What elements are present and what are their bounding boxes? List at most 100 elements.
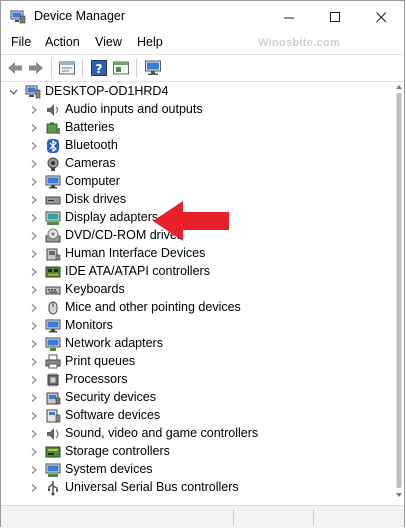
- chevron-right-icon[interactable]: [29, 447, 37, 457]
- chevron-right-icon[interactable]: [29, 357, 37, 367]
- monitor-icon: [45, 175, 61, 189]
- chevron-right-icon[interactable]: [29, 429, 37, 439]
- tree-node-label: Mice and other pointing devices: [65, 300, 241, 314]
- menu-file[interactable]: File: [11, 35, 31, 49]
- computer-icon: [25, 85, 41, 99]
- tree-node-label: Monitors: [65, 318, 113, 332]
- maximize-button[interactable]: [312, 1, 358, 33]
- menu-view[interactable]: View: [95, 35, 122, 49]
- tree-node-label: Storage controllers: [65, 444, 170, 458]
- tree-node[interactable]: Universal Serial Bus controllers: [1, 479, 391, 497]
- forward-icon[interactable]: [27, 59, 45, 77]
- disk-drive-icon: [45, 196, 61, 205]
- chevron-right-icon[interactable]: [29, 321, 37, 331]
- tree-node[interactable]: Sound, video and game controllers: [1, 425, 391, 443]
- svg-text:?: ?: [96, 62, 103, 76]
- battery-icon: [46, 122, 60, 134]
- tree-node[interactable]: Mice and other pointing devices: [1, 299, 391, 317]
- speaker-icon: [47, 104, 58, 116]
- chevron-right-icon[interactable]: [29, 249, 37, 259]
- scroll-down-icon[interactable]: [396, 493, 402, 497]
- show-hidden-icon[interactable]: [112, 59, 130, 77]
- menu-help[interactable]: Help: [137, 35, 163, 49]
- title-bar[interactable]: Device Manager: [1, 1, 404, 33]
- display-adapter-icon: [45, 211, 61, 225]
- scroll-up-icon[interactable]: [396, 85, 402, 89]
- close-button[interactable]: [358, 1, 404, 33]
- tree-node-label: Network adapters: [65, 336, 163, 350]
- tree-node[interactable]: Computer: [1, 173, 391, 191]
- tree-node[interactable]: Audio inputs and outputs: [1, 101, 391, 119]
- tree-node[interactable]: Storage controllers: [1, 443, 391, 461]
- red-arrow-annotation: [153, 201, 229, 241]
- device-tree: DESKTOP-OD1HRD4 Audio inputs and outputs B…: [1, 83, 393, 503]
- chevron-right-icon[interactable]: [29, 303, 37, 313]
- toolbar-separator: [136, 59, 137, 77]
- tree-node-label: Bluetooth: [65, 138, 118, 152]
- tree-node[interactable]: System devices: [1, 461, 391, 479]
- device-manager-icon: [10, 10, 26, 24]
- status-divider: [233, 509, 234, 525]
- chevron-right-icon[interactable]: [29, 177, 37, 187]
- tree-node[interactable]: Human Interface Devices: [1, 245, 391, 263]
- monitor-icon: [45, 319, 61, 333]
- tree-node-label: System devices: [65, 462, 153, 476]
- scrollbar-thumb[interactable]: [396, 93, 402, 488]
- chevron-right-icon[interactable]: [29, 483, 37, 493]
- chevron-down-icon[interactable]: [9, 87, 18, 97]
- minimize-button[interactable]: [266, 1, 312, 33]
- help-icon[interactable]: ?: [90, 59, 108, 77]
- tree-node[interactable]: Batteries: [1, 119, 391, 137]
- system-icon: [45, 463, 61, 477]
- chevron-right-icon[interactable]: [29, 105, 37, 115]
- chevron-right-icon[interactable]: [29, 231, 37, 241]
- monitor-icon[interactable]: [144, 59, 162, 77]
- menu-action[interactable]: Action: [45, 35, 80, 49]
- status-bar: [1, 505, 404, 528]
- tree-node[interactable]: Cameras: [1, 155, 391, 173]
- tree-node[interactable]: Bluetooth: [1, 137, 391, 155]
- tree-node[interactable]: Network adapters: [1, 335, 391, 353]
- usb-icon: [48, 481, 59, 496]
- chevron-right-icon[interactable]: [29, 411, 37, 421]
- chevron-right-icon[interactable]: [29, 213, 37, 223]
- chevron-right-icon[interactable]: [29, 123, 37, 133]
- bluetooth-icon: [47, 139, 59, 153]
- vertical-scrollbar[interactable]: [393, 81, 405, 503]
- tree-node-label: Software devices: [65, 408, 161, 422]
- tree-node[interactable]: Keyboards: [1, 281, 391, 299]
- tree-node[interactable]: Monitors: [1, 317, 391, 335]
- tree-root[interactable]: DESKTOP-OD1HRD4: [1, 83, 391, 101]
- toolbar: ?: [1, 54, 404, 82]
- tree-node-label: Disk drives: [65, 192, 127, 206]
- hid-icon: [46, 248, 61, 261]
- toolbar-separator: [51, 59, 52, 77]
- tree-node[interactable]: Processors: [1, 371, 391, 389]
- keyboard-icon: [45, 286, 61, 295]
- chevron-right-icon[interactable]: [29, 393, 37, 403]
- chevron-right-icon[interactable]: [29, 465, 37, 475]
- chevron-right-icon[interactable]: [29, 267, 37, 277]
- camera-icon: [47, 157, 59, 171]
- tree-node[interactable]: Software devices: [1, 407, 391, 425]
- tree-node[interactable]: Security devices: [1, 389, 391, 407]
- tree-node-label: Processors: [65, 372, 128, 386]
- properties-icon[interactable]: [58, 59, 76, 77]
- chevron-right-icon[interactable]: [29, 339, 37, 349]
- chevron-right-icon[interactable]: [29, 195, 37, 205]
- tree-node-label: Universal Serial Bus controllers: [65, 480, 239, 494]
- processor-icon: [47, 373, 59, 387]
- storage-icon: [45, 446, 61, 458]
- sound-icon: [47, 428, 59, 440]
- chevron-right-icon[interactable]: [29, 285, 37, 295]
- tree-node-label: DESKTOP-OD1HRD4: [45, 84, 169, 98]
- tree-node-label: Audio inputs and outputs: [65, 102, 203, 116]
- chevron-right-icon[interactable]: [29, 159, 37, 169]
- chevron-right-icon[interactable]: [29, 375, 37, 385]
- back-icon[interactable]: [6, 59, 24, 77]
- tree-node-label: Cameras: [65, 156, 116, 170]
- tree-node[interactable]: IDE ATA/ATAPI controllers: [1, 263, 391, 281]
- tree-node[interactable]: Print queues: [1, 353, 391, 371]
- chevron-right-icon[interactable]: [29, 141, 37, 151]
- tree-node-label: IDE ATA/ATAPI controllers: [65, 264, 210, 278]
